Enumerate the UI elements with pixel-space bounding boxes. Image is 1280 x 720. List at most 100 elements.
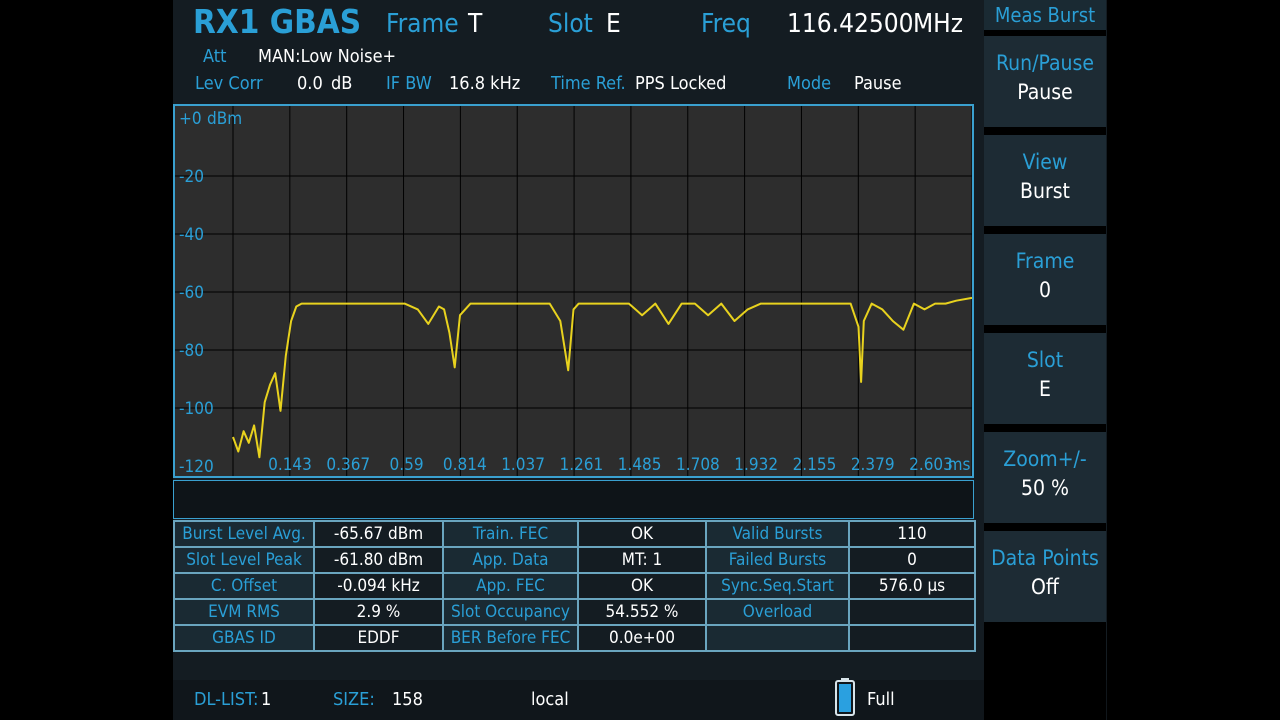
softkey-value: Burst: [1020, 179, 1070, 203]
result-value: OK: [577, 572, 707, 600]
result-value: -65.67 dBm: [313, 520, 444, 548]
softkey-value: 50 %: [1021, 476, 1069, 500]
result-label: Slot Level Peak: [173, 546, 315, 574]
x-tick-label: 0.143: [268, 455, 312, 475]
location-label: local: [531, 689, 569, 710]
result-value: -0.094 kHz: [313, 572, 444, 600]
y-axis-unit: dBm: [207, 109, 242, 129]
softkey-title: Run/Pause: [996, 51, 1094, 75]
result-value: 0: [848, 546, 976, 574]
softkey-data-points[interactable]: Data Points Off: [984, 531, 1106, 622]
softkey-title: Data Points: [991, 546, 1099, 570]
softkey-menu-title: Meas Burst: [984, 0, 1106, 30]
result-label: Valid Bursts: [705, 520, 850, 548]
burst-trace-line: [232, 296, 972, 459]
softkey-run-pause[interactable]: Run/Pause Pause: [984, 36, 1106, 127]
softkey-title: Slot: [1026, 348, 1064, 372]
softkey-value: E: [1039, 377, 1051, 401]
result-value: EDDF: [313, 624, 444, 652]
lev-corr-unit: dB: [331, 73, 353, 94]
result-label: Slot Occupancy: [442, 598, 579, 626]
burst-chart: +0 -20 -40 -60 -80 -100 -120 dBm 0.143 0.367 0.59 0…: [175, 106, 972, 476]
result-value: OK: [577, 520, 707, 548]
result-label: Burst Level Avg.: [173, 520, 315, 548]
x-tick-label: 1.037: [501, 455, 545, 475]
softkey-zoom[interactable]: Zoom+/- 50 %: [984, 432, 1106, 523]
result-value: MT: 1: [577, 546, 707, 574]
mode-value: Pause: [854, 73, 902, 94]
result-value: 576.0 µs: [848, 572, 976, 600]
frame-value: T: [468, 9, 483, 39]
y-tick-label: -80: [179, 341, 204, 361]
result-label: Overload: [705, 598, 850, 626]
x-axis-unit: ms: [948, 455, 971, 475]
frame-label: Frame: [386, 9, 459, 39]
softkey-frame[interactable]: Frame 0: [984, 234, 1106, 325]
x-tick-label: 0.59: [390, 455, 424, 475]
results-row: C. Offset -0.094 kHz App. FEC OK Sync.Seq.St…: [173, 572, 976, 600]
instrument-screen: RX1 GBAS Frame T Slot E Freq 116.42500 M…: [173, 0, 1107, 720]
slot-value: E: [606, 9, 621, 39]
att-label: Att: [203, 46, 227, 67]
x-tick-label: 1.708: [676, 455, 720, 475]
burst-plot[interactable]: +0 -20 -40 -60 -80 -100 -120 dBm 0.143 0.367 0.59 0…: [173, 104, 974, 478]
mode-label: Mode: [787, 73, 832, 94]
softkey-panel: Meas Burst Run/Pause Pause View Burst Fr…: [984, 0, 1106, 720]
softkey-title: Frame: [1015, 249, 1075, 273]
status-footer: DL-LIST: 1 SIZE: 158 local Full: [173, 678, 1107, 720]
battery-status: Full: [867, 689, 895, 710]
y-tick-label: -20: [179, 167, 204, 187]
dl-list-value: 1: [261, 689, 272, 710]
x-tick-label: 1.261: [559, 455, 603, 475]
result-label: Train. FEC: [442, 520, 579, 548]
marker-area: [173, 480, 974, 519]
results-row: Slot Level Peak -61.80 dBm App. Data MT: 1F…: [173, 546, 976, 574]
x-tick-label: 0.367: [326, 455, 370, 475]
result-value: [848, 624, 976, 652]
x-tick-label: 1.485: [618, 455, 662, 475]
result-label: App. FEC: [442, 572, 579, 600]
y-tick-label: -60: [179, 283, 204, 303]
x-tick-label: 2.155: [793, 455, 837, 475]
freq-label: Freq: [701, 9, 751, 39]
results-row: Burst Level Avg. -65.67 dBm Train. FEC OK Va…: [173, 520, 976, 548]
y-tick-label: -100: [179, 399, 214, 419]
results-table: Burst Level Avg. -65.67 dBm Train. FEC OK Va…: [173, 520, 976, 652]
x-tick-label: 0.814: [443, 455, 487, 475]
time-ref-value: PPS Locked: [635, 73, 727, 94]
result-label: EVM RMS: [173, 598, 315, 626]
y-tick-label: -120: [179, 457, 214, 476]
lev-corr-value: 0.0: [297, 73, 323, 94]
freq-value: 116.42500: [787, 9, 914, 39]
att-value: MAN:Low Noise+: [258, 46, 397, 67]
x-tick-label: 1.932: [734, 455, 778, 475]
results-row: GBAS ID EDDF BER Before FEC 0.0e+00: [173, 624, 976, 652]
dl-list-label: DL-LIST:: [194, 689, 259, 710]
softkey-slot[interactable]: Slot E: [984, 333, 1106, 424]
softkey-value: 0: [1038, 278, 1052, 302]
result-value: 110: [848, 520, 976, 548]
result-label: [705, 624, 850, 652]
softkey-title: View: [1022, 150, 1068, 174]
battery-icon: [835, 678, 855, 716]
result-value: -61.80 dBm: [313, 546, 444, 574]
result-value: 2.9 %: [313, 598, 444, 626]
result-label: Failed Bursts: [705, 546, 850, 574]
y-tick-label: +0: [179, 109, 202, 129]
softkey-title: Zoom+/-: [1003, 447, 1087, 471]
lev-corr-label: Lev Corr: [195, 73, 263, 94]
result-label: App. Data: [442, 546, 579, 574]
x-tick-label: 2.379: [851, 455, 895, 475]
y-tick-label: -40: [179, 225, 204, 245]
slot-label: Slot: [548, 9, 593, 39]
result-label: C. Offset: [173, 572, 315, 600]
freq-unit: MHz: [913, 9, 964, 39]
x-tick-label: 2.603: [909, 455, 953, 475]
result-value: [848, 598, 976, 626]
result-label: GBAS ID: [173, 624, 315, 652]
results-row: EVM RMS 2.9 % Slot Occupancy 54.552 % Overlo…: [173, 598, 976, 626]
result-value: 54.552 %: [577, 598, 707, 626]
softkey-view[interactable]: View Burst: [984, 135, 1106, 226]
size-label: SIZE:: [333, 689, 375, 710]
result-value: 0.0e+00: [577, 624, 707, 652]
